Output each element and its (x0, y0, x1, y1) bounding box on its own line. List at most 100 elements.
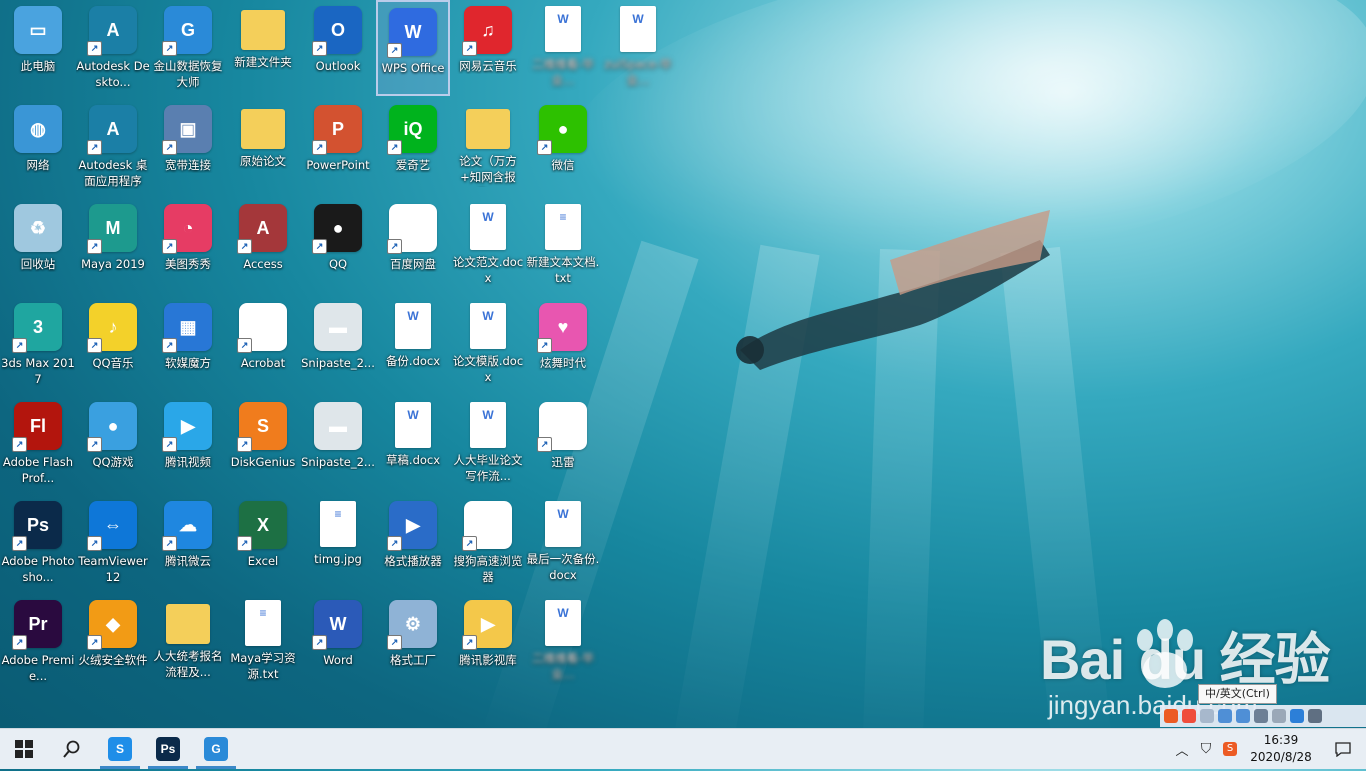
desktop-icon[interactable]: W 人大毕业论文写作流... (451, 396, 525, 492)
desktop-icon[interactable]: ▣ ↗ 宽带连接 (151, 99, 225, 195)
photoshop-task-icon[interactable]: Ps (144, 729, 192, 769)
desktop-icon[interactable]: 人大统考报名流程及... (151, 594, 225, 690)
sogou-ime-icon[interactable] (1164, 709, 1178, 723)
desktop-icon[interactable]: X ↗ Excel (226, 495, 300, 591)
desktop-icon-label: 论文（万方+知网含报告... (459, 154, 517, 187)
shortcut-arrow-icon: ↗ (12, 437, 27, 452)
desktop-icon[interactable]: O ↗ Outlook (301, 0, 375, 96)
clock[interactable]: 16:39 2020/8/28 (1242, 732, 1320, 766)
acrobat-icon: A ↗ (237, 303, 287, 353)
word-icon: W ↗ (312, 600, 362, 650)
desktop-icon[interactable]: ☁ ↗ 腾讯微云 (151, 495, 225, 591)
desktop-icon[interactable]: W ↗ Word (301, 594, 375, 690)
desktop-icon[interactable]: 新建文件夹 (226, 0, 300, 96)
shortcut-arrow-icon: ↗ (537, 437, 552, 452)
desktop-icon-label: 软媒魔方 (165, 356, 211, 370)
desktop-icon[interactable]: G ↗ 金山数据恢复大师 (151, 0, 225, 96)
format-factory-icon: ⚙ ↗ (387, 600, 437, 650)
desktop-icon[interactable]: 3 ↗ 3ds Max 2017 (1, 297, 75, 393)
desktop-icon[interactable]: ● ↗ 微信 (526, 99, 600, 195)
desktop-icon-label: 人大统考报名流程及... (153, 649, 223, 679)
bookmark-icon[interactable]: ⛉ (1194, 741, 1218, 757)
desktop-icon[interactable]: ♥ ↗ 炫舞时代 (526, 297, 600, 393)
toolbox-icon[interactable] (1308, 709, 1322, 723)
desktop-icon-label: Excel (247, 554, 279, 568)
ruanmei-cube-icon: ▦ ↗ (162, 303, 212, 353)
desktop-icon[interactable]: ▶ ↗ 格式播放器 (376, 495, 450, 591)
desktop-icon[interactable]: ● ↗ QQ (301, 198, 375, 294)
desktop-icon[interactable]: ♫ ↗ 网易云音乐 (451, 0, 525, 96)
user-icon[interactable] (1272, 709, 1286, 723)
desktop-icon[interactable]: ◔ ↗ 美图秀秀 (151, 198, 225, 294)
kingsoft-recovery-task-icon[interactable]: G (192, 729, 240, 769)
desktop-icon[interactable]: W 备份.docx (376, 297, 450, 393)
notification-icon[interactable] (1320, 741, 1366, 757)
desktop-icon[interactable]: A ↗ Autodesk 桌面应用程序 (76, 99, 150, 195)
shortcut-arrow-icon: ↗ (387, 536, 402, 551)
desktop-icon[interactable]: A ↗ Access (226, 198, 300, 294)
desktop-icon[interactable]: ≡ Maya学习资源.txt (226, 594, 300, 690)
desktop-icon[interactable]: A ↗ Acrobat (226, 297, 300, 393)
desktop-icon-label: 备份.docx (385, 354, 441, 368)
windows-start-icon[interactable] (0, 729, 48, 769)
ime-toolbar[interactable] (1160, 705, 1366, 727)
desktop-icon[interactable]: W 草稿.docx (376, 396, 450, 492)
desktop-icon[interactable]: Pr ↗ Adobe Premie... (1, 594, 75, 690)
shortcut-arrow-icon: ↗ (87, 338, 102, 353)
desktop-icon[interactable]: ▶ ↗ 腾讯影视库 (451, 594, 525, 690)
sogou-tray-icon[interactable]: S (1218, 742, 1242, 756)
desktop-icon[interactable]: ▶ ↗ 腾讯视频 (151, 396, 225, 492)
desktop-icon[interactable]: ▬ Snipaste_2... (301, 396, 375, 492)
desktop-icon[interactable]: ◆ ↗ 火绒安全软件 (76, 594, 150, 690)
desktop-icon[interactable]: ⇔ ↗ TeamViewer 12 (76, 495, 150, 591)
desktop-icon[interactable]: ≡ timg.jpg (301, 495, 375, 591)
desktop-icon[interactable]: ➤ ↗ 迅雷 (526, 396, 600, 492)
desktop-icon[interactable]: W 二维维看-毕业… (526, 0, 600, 96)
shortcut-arrow-icon: ↗ (312, 635, 327, 650)
desktop-icon[interactable]: ♻ 回收站 (1, 198, 75, 294)
desktop-icon[interactable]: ● ↗ QQ游戏 (76, 396, 150, 492)
desktop-icon[interactable]: W 最后一次备份.docx (526, 495, 600, 591)
desktop-icon-label: 宽带连接 (165, 158, 211, 172)
desktop-icon[interactable]: S ↗ 搜狗高速浏览器 (451, 495, 525, 591)
desktop-icon-label: QQ游戏 (92, 455, 134, 469)
chevron-up-icon[interactable]: ︿ (1170, 740, 1194, 759)
chinese-mode-icon[interactable] (1182, 709, 1196, 723)
shortcut-arrow-icon: ↗ (12, 536, 27, 551)
desktop-icon[interactable]: S ↗ DiskGenius (226, 396, 300, 492)
search-icon[interactable] (48, 729, 96, 769)
sogou-browser-task-icon[interactable]: S (96, 729, 144, 769)
desktop-icon[interactable]: ≡ 新建文本文档.txt (526, 198, 600, 294)
desktop-icon[interactable]: WzuiSpace-毕业… (601, 0, 675, 96)
desktop-icon[interactable]: iQ ↗ 爱奇艺 (376, 99, 450, 195)
desktop-icon[interactable]: ▭ 此电脑 (1, 0, 75, 96)
desktop-icon[interactable]: ⚙ ↗ 格式工厂 (376, 594, 450, 690)
desktop-icon[interactable]: W ↗ WPS Office (376, 0, 450, 96)
outlook-icon: O ↗ (312, 6, 362, 56)
desktop-icon[interactable]: ▦ ↗ 软媒魔方 (151, 297, 225, 393)
desktop-icon[interactable]: ▬ Snipaste_2... (301, 297, 375, 393)
desktop-icon[interactable]: Ps ↗ Adobe Photosho... (1, 495, 75, 591)
taskbar: S Ps G ︿ ⛉ S 16:39 2020/8/28 (0, 728, 1366, 769)
keyboard-icon[interactable] (1254, 709, 1268, 723)
desktop-icon[interactable]: W 论文范文.docx (451, 198, 525, 294)
punctuation-icon[interactable] (1200, 709, 1214, 723)
desktop-icon[interactable]: W 论文模版.docx (451, 297, 525, 393)
desktop-icon[interactable]: 论文（万方+知网含报告... (451, 99, 525, 195)
desktop-icon[interactable]: ∞ ↗ 百度网盘 (376, 198, 450, 294)
word-document-icon: W (545, 600, 581, 646)
desktop-icon-label: Outlook (315, 59, 361, 73)
desktop-icon[interactable]: ♪ ↗ QQ音乐 (76, 297, 150, 393)
desktop-icon[interactable]: ◍ 网络 (1, 99, 75, 195)
desktop-icon-label: 火绒安全软件 (78, 653, 148, 667)
image-file-icon: ▬ (314, 303, 362, 351)
desktop-icon[interactable]: M ↗ Maya 2019 (76, 198, 150, 294)
voice-icon[interactable] (1236, 709, 1250, 723)
desktop-icon[interactable]: Fl ↗ Adobe Flash Prof... (1, 396, 75, 492)
desktop-icon[interactable]: P ↗ PowerPoint (301, 99, 375, 195)
emoji-icon[interactable] (1218, 709, 1232, 723)
desktop-icon[interactable]: W 二维维看-毕业… (526, 594, 600, 690)
skin-icon[interactable] (1290, 709, 1304, 723)
desktop-icon[interactable]: A ↗ Autodesk Deskto... (76, 0, 150, 96)
desktop-icon[interactable]: 原始论文 (226, 99, 300, 195)
